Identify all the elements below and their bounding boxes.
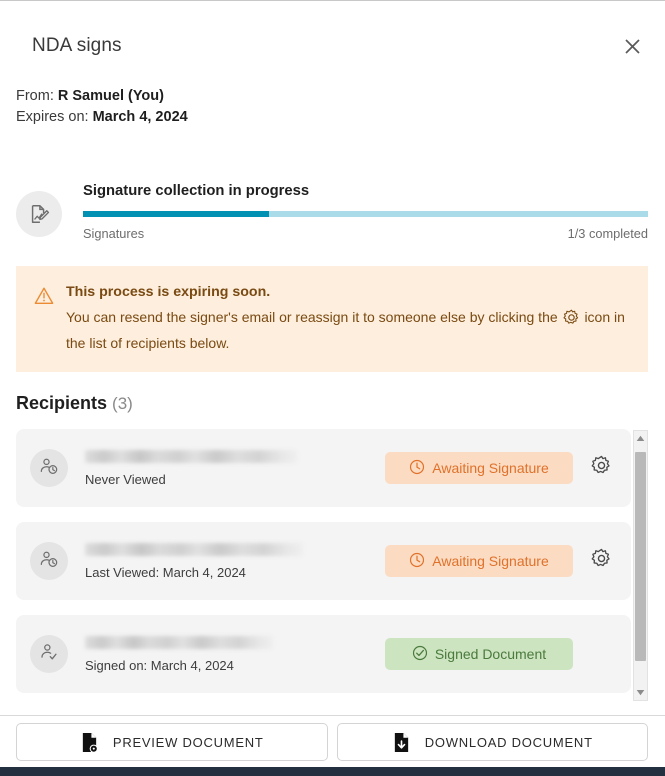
progress-meta: Signatures 1/3 completed <box>83 226 648 241</box>
gear-icon <box>563 309 580 332</box>
warning-body-before: You can resend the signer's email or rea… <box>66 309 558 325</box>
check-circle-icon <box>412 645 428 664</box>
document-download-icon <box>394 732 408 752</box>
from-value: R Samuel (You) <box>57 88 164 104</box>
expires-label: Expires on: <box>16 109 89 125</box>
preview-document-button[interactable]: PREVIEW DOCUMENT <box>16 723 328 761</box>
expires-value: March 4, 2024 <box>92 109 188 125</box>
recipient-status-text: Never Viewed <box>85 471 166 487</box>
recipients-heading-label: Recipients <box>16 393 108 413</box>
document-meta: From: R Samuel (You) Expires on: March 4… <box>16 86 188 128</box>
from-line: From: R Samuel (You) <box>16 86 188 107</box>
status-badge-label: Signed Document <box>434 646 547 662</box>
close-button[interactable] <box>615 29 649 63</box>
avatar <box>30 542 68 580</box>
recipient-email <box>85 542 303 556</box>
from-label: From: <box>16 88 54 104</box>
page-title: NDA signs <box>32 35 122 56</box>
progress-avatar <box>16 191 62 237</box>
avatar <box>30 449 68 487</box>
recipient-info: Signed on: March 4, 2024 <box>85 635 385 673</box>
chevron-up-icon <box>636 435 645 441</box>
recipient-settings-button[interactable] <box>589 455 613 481</box>
status-badge[interactable]: Awaiting Signature <box>385 452 573 484</box>
table-row[interactable]: Last Viewed: March 4, 2024 Awaiting Signa… <box>16 522 631 600</box>
recipients-heading: Recipients (3) <box>16 393 133 414</box>
gear-icon <box>591 548 612 574</box>
scrollbar-up-button[interactable] <box>634 431 647 446</box>
document-preview-icon <box>82 732 98 753</box>
progress-section: Signature collection in progress Signatu… <box>16 183 648 241</box>
footer-divider <box>0 715 665 716</box>
recipients-count: (3) <box>112 394 133 413</box>
preview-document-label: PREVIEW DOCUMENT <box>112 734 264 750</box>
progress-bar-fill <box>83 211 270 217</box>
scrollbar-down-button[interactable] <box>634 685 647 700</box>
recipient-info: Last Viewed: March 4, 2024 <box>85 542 385 580</box>
progress-title: Signature collection in progress <box>83 183 310 199</box>
avatar <box>30 635 68 673</box>
recipients-scrollbar[interactable] <box>633 430 648 701</box>
close-icon <box>624 38 640 54</box>
status-badge[interactable]: Signed Document <box>385 638 573 670</box>
scrollbar-thumb[interactable] <box>635 452 646 661</box>
user-clock-icon <box>39 456 59 481</box>
top-divider <box>0 0 665 1</box>
recipient-email <box>85 635 273 649</box>
progress-label: Signatures <box>83 226 145 241</box>
scrollbar-track[interactable] <box>634 446 647 685</box>
warning-body: You can resend the signer's email or rea… <box>66 306 632 354</box>
document-signature-icon <box>31 205 50 223</box>
chevron-down-icon <box>636 690 645 696</box>
status-badge-label: Awaiting Signature <box>432 553 549 569</box>
warning-icon-wrap <box>34 286 54 354</box>
table-row[interactable]: Signed on: March 4, 2024 Signed Document <box>16 615 631 693</box>
status-badge-label: Awaiting Signature <box>432 460 549 476</box>
download-document-button[interactable]: DOWNLOAD DOCUMENT <box>336 723 648 761</box>
recipient-email <box>85 449 297 463</box>
warning-triangle-icon <box>34 287 54 304</box>
recipient-status-text: Signed on: March 4, 2024 <box>85 657 234 673</box>
progress-bar <box>83 211 648 217</box>
recipients-scroll-area[interactable]: Never Viewed Awaiting Signature Last Viewe… <box>16 429 648 702</box>
warning-title: This process is expiring soon. <box>66 284 271 300</box>
gear-icon <box>591 455 612 481</box>
user-clock-icon <box>39 549 59 574</box>
recipient-info: Never Viewed <box>85 449 385 487</box>
footer-actions: PREVIEW DOCUMENT DOWNLOAD DOCUMENT <box>16 723 648 761</box>
recipient-settings-button[interactable] <box>589 548 613 574</box>
clock-icon <box>409 552 425 571</box>
progress-body: Signature collection in progress Signatu… <box>83 183 648 241</box>
status-badge[interactable]: Awaiting Signature <box>385 545 573 577</box>
expires-line: Expires on: March 4, 2024 <box>16 107 188 128</box>
dialog-header: NDA signs <box>0 22 665 70</box>
warning-banner: This process is expiring soon. You can r… <box>16 266 648 372</box>
progress-completed-text: 1/3 completed <box>567 226 648 241</box>
recipient-status-text: Last Viewed: March 4, 2024 <box>85 564 246 580</box>
download-document-label: DOWNLOAD DOCUMENT <box>424 734 593 750</box>
clock-icon <box>409 459 425 478</box>
user-check-icon <box>39 642 59 667</box>
bottom-bar <box>0 767 665 776</box>
table-row[interactable]: Never Viewed Awaiting Signature <box>16 429 631 507</box>
recipients-list: Never Viewed Awaiting Signature Last Viewe… <box>16 429 631 702</box>
warning-text: This process is expiring soon. You can r… <box>66 284 632 354</box>
